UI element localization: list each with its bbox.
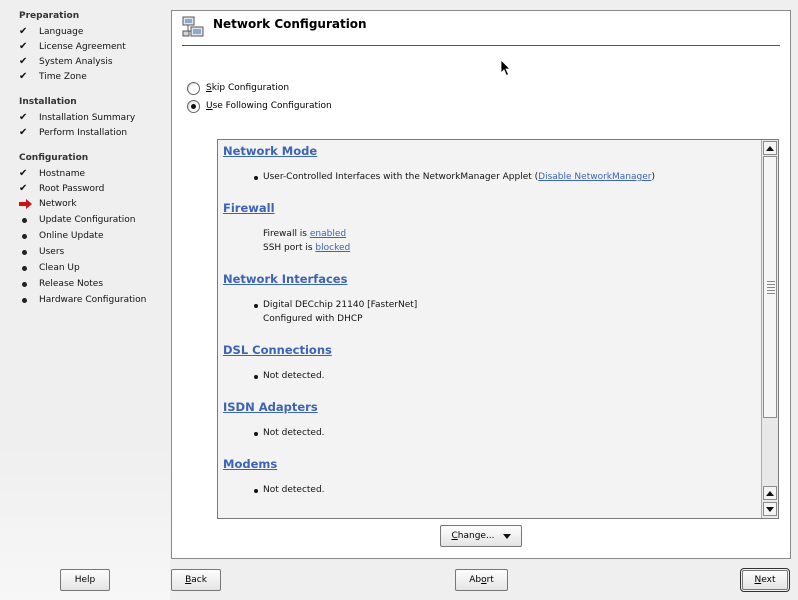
pending-dot-icon (22, 297, 27, 303)
scrollbar-thumb[interactable] (763, 156, 777, 418)
section-link-dsl-connections[interactable]: DSL Connections (223, 343, 332, 357)
abort-button[interactable]: Abort (455, 569, 508, 591)
disable-networkmanager-link[interactable]: Disable NetworkManager (538, 172, 651, 182)
arrow-down-icon (766, 506, 774, 512)
checkmark-icon: ✔ (19, 168, 28, 179)
scroll-down-button[interactable] (763, 502, 777, 516)
pending-dot-icon (22, 233, 27, 239)
firewall-enabled-link[interactable]: enabled (310, 229, 346, 239)
checkmark-icon: ✔ (19, 56, 28, 67)
bullet (254, 176, 258, 180)
checkmark-icon: ✔ (19, 41, 28, 52)
checkmark-icon: ✔ (19, 26, 28, 37)
dropdown-arrow-icon (502, 533, 511, 539)
section-link-firewall[interactable]: Firewall (223, 201, 275, 215)
step-hardware-configuration: Hardware Configuration (19, 293, 146, 307)
interface-config-text: Configured with DHCP (263, 314, 363, 324)
step-root-password: ✔ Root Password (19, 183, 105, 195)
page-title: Network Configuration (213, 17, 367, 31)
interface-device-text: Digital DECchip 21140 [FasterNet] (263, 300, 418, 310)
checkmark-icon: ✔ (19, 127, 28, 138)
pending-dot-icon (22, 217, 27, 223)
step-users: Users (19, 245, 64, 259)
network-computers-icon (182, 16, 204, 37)
step-online-update: Online Update (19, 229, 104, 243)
vertical-scrollbar[interactable] (761, 140, 778, 518)
section-title-installation: Installation (19, 97, 77, 107)
checkmark-icon: ✔ (19, 71, 28, 82)
mouse-pointer-icon (500, 59, 511, 77)
step-update-configuration: Update Configuration (19, 213, 136, 227)
isdn-status-text: Not detected. (263, 428, 325, 438)
current-step-arrow-icon (19, 199, 32, 209)
installation-steps-sidebar: Preparation ✔ Language ✔ License Agreement… (0, 0, 170, 452)
ssh-port-status-text: SSH port is blocked (263, 243, 351, 253)
title-divider (182, 45, 780, 46)
step-perform-installation: ✔ Perform Installation (19, 127, 128, 139)
pending-dot-icon (22, 249, 27, 255)
pending-dot-icon (22, 281, 27, 287)
firewall-status-text: Firewall is enabled (263, 229, 347, 239)
skip-configuration-radio[interactable] (187, 81, 200, 95)
dsl-status-text: Not detected. (263, 371, 325, 381)
bullet (254, 304, 258, 308)
next-button[interactable]: Next (740, 568, 790, 592)
step-release-notes: Release Notes (19, 277, 103, 291)
skip-configuration-option[interactable]: Skip Configuration (187, 80, 289, 96)
configuration-summary[interactable]: Network Mode User-Controlled Interfaces … (217, 139, 779, 519)
step-clean-up: Clean Up (19, 261, 80, 275)
summary-content: Network Mode User-Controlled Interfaces … (218, 140, 762, 518)
bullet (254, 432, 258, 436)
arrow-up-icon (766, 145, 774, 151)
step-hostname: ✔ Hostname (19, 168, 86, 180)
step-installation-summary: ✔ Installation Summary (19, 112, 136, 124)
step-network: Network (19, 197, 77, 211)
scroll-up-button-bottom[interactable] (763, 486, 777, 500)
change-menu-button[interactable]: Change... (440, 525, 522, 547)
step-system-analysis: ✔ System Analysis (19, 56, 113, 68)
ssh-port-blocked-link[interactable]: blocked (315, 243, 350, 253)
arrow-up-icon (766, 490, 774, 496)
back-button[interactable]: Back (171, 569, 221, 591)
network-mode-text: User-Controlled Interfaces with the Netw… (263, 172, 655, 182)
section-link-network-interfaces[interactable]: Network Interfaces (223, 272, 347, 286)
step-language: ✔ Language (19, 26, 84, 38)
checkmark-icon: ✔ (19, 112, 28, 123)
checkmark-icon: ✔ (19, 183, 28, 194)
scroll-up-button[interactable] (763, 141, 777, 155)
bullet (254, 375, 258, 379)
grip-icon (767, 281, 775, 295)
section-link-isdn-adapters[interactable]: ISDN Adapters (223, 400, 318, 414)
step-license-agreement: ✔ License Agreement (19, 41, 126, 53)
section-link-modems[interactable]: Modems (223, 457, 277, 471)
pending-dot-icon (22, 265, 27, 271)
modems-status-text: Not detected. (263, 485, 325, 495)
section-title-preparation: Preparation (19, 11, 80, 21)
help-button[interactable]: Help (60, 569, 110, 591)
use-following-configuration-option[interactable]: Use Following Configuration (187, 98, 332, 114)
section-link-network-mode[interactable]: Network Mode (223, 144, 317, 158)
use-following-configuration-radio[interactable] (187, 99, 200, 113)
section-title-configuration: Configuration (19, 153, 89, 163)
main-panel: Network Configuration Skip Configuration… (171, 10, 791, 559)
bullet (254, 489, 258, 493)
step-time-zone: ✔ Time Zone (19, 71, 87, 83)
